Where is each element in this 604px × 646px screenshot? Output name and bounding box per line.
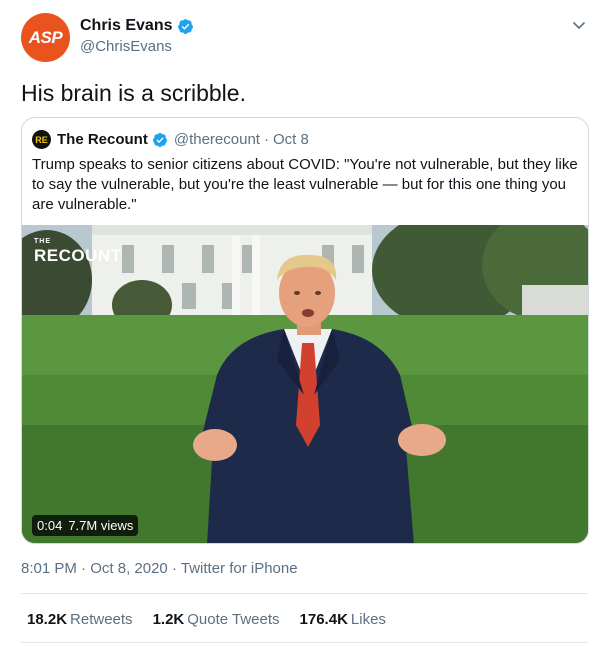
video-frame: [22, 225, 588, 543]
tweet-text: His brain is a scribble.: [21, 80, 246, 106]
quoted-author-handle[interactable]: @therecount: [174, 131, 260, 148]
quoted-author-name[interactable]: The Recount: [57, 131, 148, 148]
retweets-count: 18.2K: [27, 611, 68, 628]
likes-label: Likes: [350, 611, 386, 628]
quote-tweets-count: 1.2K: [152, 611, 185, 628]
watermark-text: RECOUNT: [34, 246, 122, 265]
tweet-timestamp: 8:01 PM · Oct 8, 2020 · Twitter for iPho…: [21, 560, 298, 577]
tweet-card: ASP Chris Evans @ChrisEvans His brain is…: [0, 0, 604, 646]
verified-badge-icon: [178, 18, 194, 34]
tweet-time[interactable]: 8:01 PM: [21, 560, 77, 577]
divider: [21, 642, 588, 643]
divider: [21, 593, 588, 594]
author-name-row[interactable]: Chris Evans: [80, 17, 194, 35]
video-player[interactable]: THE RECOUNT 0:04 7.7M views: [22, 225, 588, 543]
separator-dot: ·: [171, 560, 177, 577]
tweet-date[interactable]: Oct 8, 2020: [90, 560, 168, 577]
author-block[interactable]: Chris Evans @ChrisEvans: [80, 17, 194, 55]
quoted-tweet-text: Trump speaks to senior citizens about CO…: [32, 156, 578, 213]
likes-stat[interactable]: 176.4K Likes: [300, 611, 386, 628]
author-avatar[interactable]: ASP: [21, 13, 70, 62]
tweet-source[interactable]: Twitter for iPhone: [181, 560, 298, 577]
retweets-label: Retweets: [70, 611, 133, 628]
quote-tweets-stat[interactable]: 1.2K Quote Tweets: [153, 611, 280, 628]
chevron-down-icon[interactable]: [572, 18, 586, 32]
likes-count: 176.4K: [299, 611, 348, 628]
separator-dot: ·: [81, 560, 87, 577]
separator-dot: ·: [263, 131, 269, 148]
verified-badge-icon: [152, 132, 167, 147]
recount-watermark: THE RECOUNT: [34, 235, 122, 265]
author-name[interactable]: Chris Evans: [80, 17, 172, 35]
quoted-tweet[interactable]: RE The Recount @therecount · Oct 8 Trump…: [21, 117, 589, 544]
author-handle[interactable]: @ChrisEvans: [80, 38, 194, 55]
video-views: 7.7M views: [68, 518, 134, 533]
tweet-stats: 18.2K Retweets 1.2K Quote Tweets 176.4K Lik…: [27, 611, 386, 628]
video-duration: 0:04: [37, 518, 63, 533]
quoted-avatar[interactable]: RE: [32, 130, 51, 149]
retweets-stat[interactable]: 18.2K Retweets: [27, 611, 133, 628]
quoted-tweet-header: RE The Recount @therecount · Oct 8: [32, 130, 309, 149]
video-info-badge: 0:04 7.7M views: [32, 515, 139, 536]
quoted-date[interactable]: Oct 8: [273, 131, 309, 148]
quote-tweets-label: Quote Tweets: [187, 611, 280, 628]
